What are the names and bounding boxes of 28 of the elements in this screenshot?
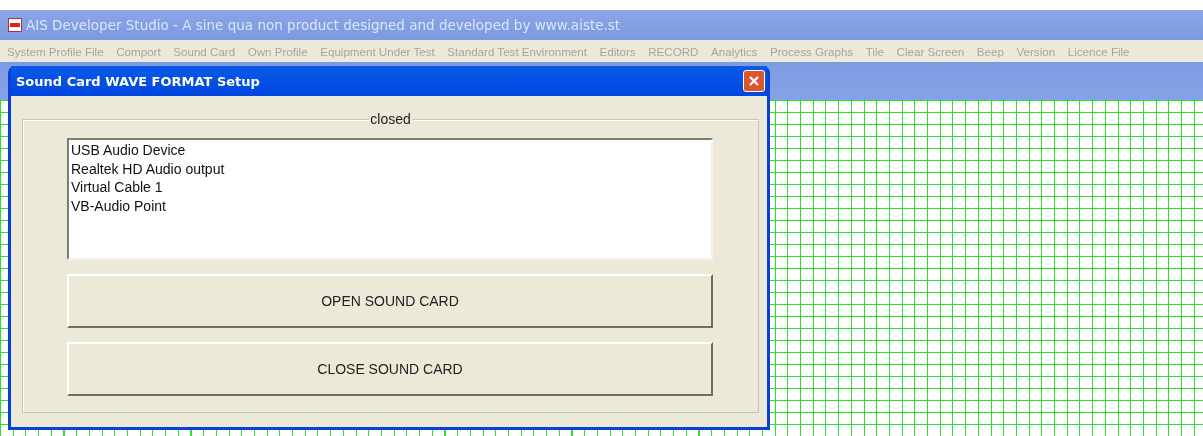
app-logo-icon — [8, 18, 22, 32]
close-button[interactable] — [743, 70, 765, 92]
group-label: closed — [368, 111, 413, 127]
menu-item[interactable]: Comport — [116, 44, 168, 58]
menu-item[interactable]: Version — [1016, 44, 1062, 58]
device-list[interactable]: USB Audio Device Realtek HD Audio output Virtual Cable 1 VB-Audio Point — [67, 138, 713, 260]
menu-item[interactable]: Licence File — [1067, 44, 1136, 58]
menu-item[interactable]: Equipment Under Test — [320, 44, 442, 58]
menu-item[interactable]: System Profile File — [7, 44, 111, 58]
menu-item[interactable]: Standard Test Environment — [447, 44, 594, 58]
device-item[interactable]: Virtual Cable 1 — [71, 178, 709, 197]
close-icon — [748, 75, 760, 87]
menu-item[interactable]: Analytics — [711, 44, 764, 58]
device-item[interactable]: VB-Audio Point — [71, 196, 709, 215]
window-title: AIS Developer Studio - A sine qua non product designed and developed by www.aiste.st — [26, 17, 621, 33]
menu-item[interactable]: Process Graphs — [770, 44, 860, 58]
dialog-title: Sound Card WAVE FORMAT Setup — [16, 73, 260, 89]
device-item[interactable]: USB Audio Device — [71, 141, 709, 160]
menu-item[interactable]: Editors — [599, 44, 642, 58]
menu-item[interactable]: Beep — [976, 44, 1011, 58]
menu-item[interactable]: Clear Screen — [896, 44, 971, 58]
menu-item[interactable]: Own Profile — [247, 44, 315, 58]
menu-item[interactable]: Tile — [865, 44, 891, 58]
sound-card-button[interactable]: OPEN SOUND CARD — [67, 274, 713, 328]
menu-item[interactable]: Sound Card — [173, 44, 242, 58]
menu-item[interactable]: RECORD — [648, 44, 705, 58]
sound-card-button[interactable]: CLOSE SOUND CARD — [67, 342, 713, 396]
device-item[interactable]: Realtek HD Audio output — [71, 159, 709, 178]
